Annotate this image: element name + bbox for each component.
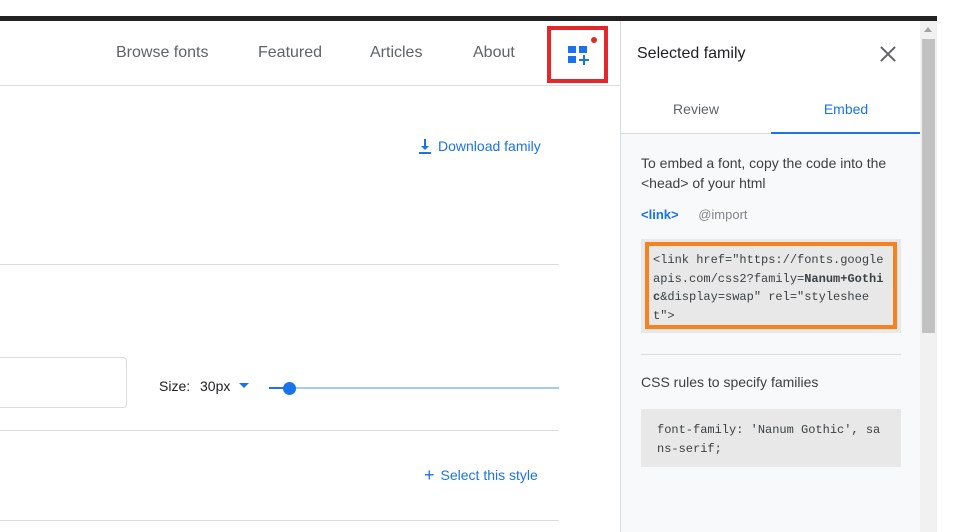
size-label: Size: — [159, 378, 191, 394]
selected-families-button[interactable] — [547, 26, 608, 83]
code-type-tabs: <link> @import — [641, 207, 748, 222]
size-select[interactable]: 30px — [200, 378, 230, 394]
embed-code-box[interactable]: <link href="https://fonts.googleapis.com… — [641, 239, 901, 333]
divider — [0, 430, 559, 431]
nav-about[interactable]: About — [473, 44, 515, 62]
panel-header: Selected family — [621, 21, 921, 86]
plus-icon: + — [424, 465, 435, 485]
css-rules-title: CSS rules to specify families — [641, 374, 819, 390]
preview-text-input[interactable] — [0, 357, 127, 408]
main-content: Browse fonts Featured Articles About Dow… — [0, 21, 620, 532]
scroll-up-arrow-icon[interactable] — [924, 27, 932, 32]
nav-browse-fonts[interactable]: Browse fonts — [116, 44, 208, 62]
panel-tabs: Review Embed — [621, 86, 921, 134]
css-code: font-family: 'Nanum Gothic', sans-serif; — [657, 423, 881, 456]
top-nav: Browse fonts Featured Articles About — [0, 21, 620, 86]
nav-featured[interactable]: Featured — [258, 44, 322, 62]
select-this-style-button[interactable]: + Select this style — [424, 465, 538, 485]
caret-down-icon[interactable] — [239, 383, 249, 388]
download-family-label: Download family — [438, 138, 541, 154]
notification-dot — [591, 37, 597, 43]
select-style-label: Select this style — [440, 467, 538, 483]
size-slider-thumb[interactable] — [282, 382, 296, 395]
embed-code: <link href="https://fonts.googleapis.com… — [653, 253, 884, 323]
download-family-link[interactable]: Download family — [418, 138, 541, 154]
code-tab-import[interactable]: @import — [698, 207, 747, 222]
embed-instructions: To embed a font, copy the code into the … — [641, 155, 887, 191]
scrollbar-thumb[interactable] — [922, 39, 935, 333]
size-slider-track[interactable] — [269, 387, 559, 389]
tab-embed[interactable]: Embed — [771, 86, 921, 134]
code-tab-link[interactable]: <link> — [641, 207, 679, 222]
panel-title: Selected family — [637, 45, 746, 62]
css-code-box[interactable]: font-family: 'Nanum Gothic', sans-serif; — [641, 409, 901, 467]
selected-family-panel: Selected family Review Embed To embed a … — [620, 21, 921, 532]
divider — [0, 520, 559, 521]
grid-add-icon — [567, 45, 589, 65]
download-icon — [419, 139, 431, 154]
close-icon[interactable] — [879, 45, 897, 63]
divider — [641, 354, 901, 355]
divider — [0, 264, 559, 265]
scrollbar[interactable] — [920, 21, 937, 532]
tab-review[interactable]: Review — [621, 86, 771, 134]
nav-articles[interactable]: Articles — [370, 44, 422, 62]
